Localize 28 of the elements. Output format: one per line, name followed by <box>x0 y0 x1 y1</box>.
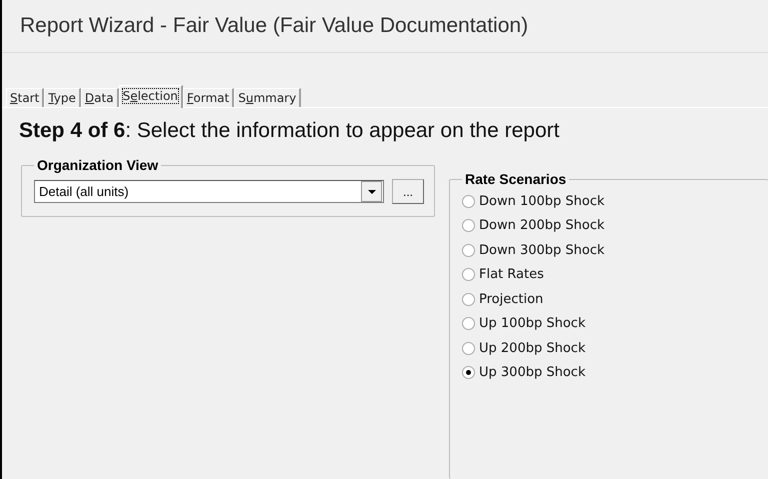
radio-label: Down 300bp Shock <box>479 242 605 258</box>
radio-label: Projection <box>479 292 544 307</box>
radio-label: Up 100bp Shock <box>479 316 586 332</box>
radio-button[interactable] <box>462 342 475 355</box>
radio-label: Up 200bp Shock <box>479 340 586 356</box>
radio-label: Up 300bp Shock <box>479 365 586 380</box>
group-legend: Rate Scenarios <box>462 171 570 187</box>
dropdown[interactable]: Detail (all units) <box>34 180 384 203</box>
radio-button[interactable] <box>462 268 475 282</box>
radio-label: Flat Rates <box>479 267 544 282</box>
radio-button[interactable] <box>462 194 475 208</box>
radio-button[interactable] <box>462 244 475 257</box>
tab[interactable]: Summary <box>234 88 302 107</box>
radio-button[interactable] <box>462 292 475 306</box>
radio-label: Down 100bp Shock <box>479 194 605 209</box>
tab[interactable]: Selection <box>118 85 183 108</box>
tab[interactable]: Data <box>80 88 119 107</box>
browse-button[interactable]: ... <box>392 179 424 204</box>
radio-button[interactable] <box>462 366 475 380</box>
radio-button[interactable] <box>462 219 475 232</box>
tab[interactable]: Start <box>6 88 44 107</box>
tab[interactable]: Format <box>182 88 234 107</box>
radio-button[interactable] <box>462 317 475 330</box>
tab[interactable]: Type <box>44 88 81 107</box>
window-title: Report Wizard - Fair Value (Fair Value Documentation) <box>20 14 528 38</box>
radio-label: Down 200bp Shock <box>479 218 605 234</box>
step-heading: Step 4 of 6: Select the information to appear on the report <box>18 118 560 143</box>
group-legend: Organization View <box>34 157 162 173</box>
